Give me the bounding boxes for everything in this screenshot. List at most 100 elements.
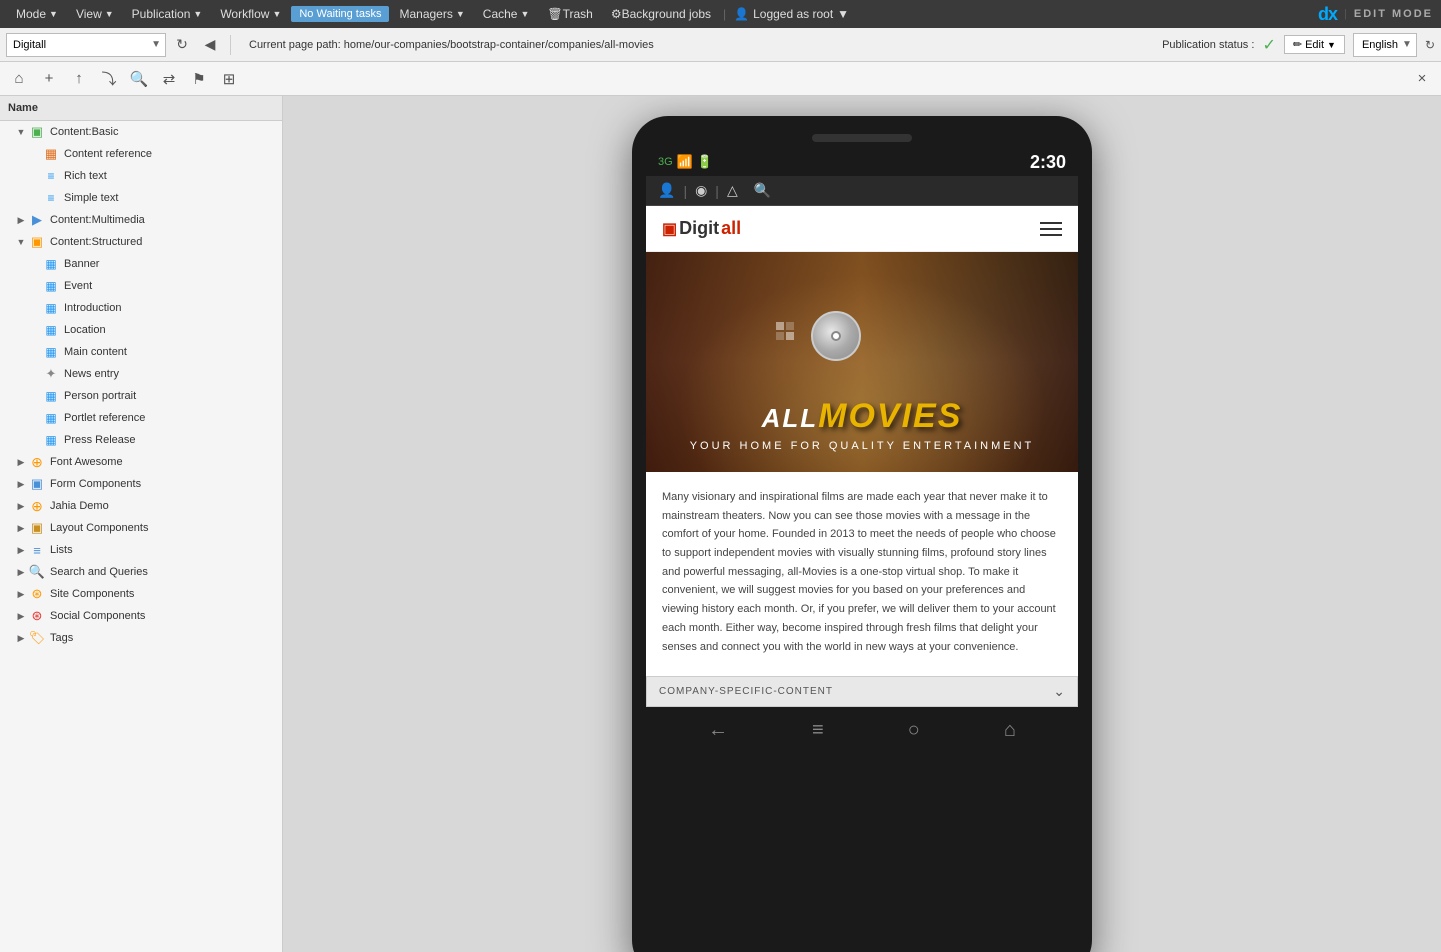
- site-selector[interactable]: Digitall ▼: [6, 33, 166, 57]
- hero-logo-mark: [776, 322, 794, 340]
- flag-icon-btn[interactable]: ⚑: [186, 66, 212, 92]
- trash-menu[interactable]: 🗑 Trash: [539, 0, 600, 28]
- expand-jahia[interactable]: ▶: [14, 501, 28, 512]
- wifi-icon: 📶: [677, 154, 693, 170]
- edit-mode-text: EDIT MODE: [1354, 8, 1433, 20]
- expand-lists[interactable]: ▶: [14, 545, 28, 556]
- wf-arrow: ▼: [272, 9, 281, 19]
- banner-icon: ▦: [42, 256, 60, 272]
- sidebar-item-press-release[interactable]: ▦ Press Release: [0, 429, 282, 451]
- company-bar-chevron-icon[interactable]: ⌄: [1053, 683, 1065, 700]
- zoom-icon-btn[interactable]: 🔍: [126, 66, 152, 92]
- phone-home-btn[interactable]: ≡: [812, 719, 824, 742]
- sidebar-item-event[interactable]: ▦ Event: [0, 275, 282, 297]
- sidebar: Name ▼ ▣ Content:Basic ▦ Content referen…: [0, 96, 283, 952]
- expand-multimedia[interactable]: ▶: [14, 215, 28, 226]
- sidebar-item-main-content[interactable]: ▦ Main content: [0, 341, 282, 363]
- no-waiting-badge[interactable]: No Waiting tasks: [291, 6, 389, 22]
- mode-menu[interactable]: Mode ▼: [8, 0, 66, 28]
- sidebar-item-portlet-reference[interactable]: ▦ Portlet reference: [0, 407, 282, 429]
- sidebar-item-rich-text[interactable]: ≡ Rich text: [0, 165, 282, 187]
- edit-pencil-icon: ✏: [1293, 38, 1302, 51]
- expand-social[interactable]: ▶: [14, 611, 28, 622]
- hero-movies-text: MoVIES: [818, 397, 962, 435]
- upload-icon-btn[interactable]: ↑: [66, 66, 92, 92]
- sidebar-item-content-basic[interactable]: ▼ ▣ Content:Basic: [0, 121, 282, 143]
- sidebar-item-introduction[interactable]: ▦ Introduction: [0, 297, 282, 319]
- expand-tags[interactable]: ▶: [14, 633, 28, 644]
- sidebar-item-banner[interactable]: ▦ Banner: [0, 253, 282, 275]
- sidebar-item-location[interactable]: ▦ Location: [0, 319, 282, 341]
- settings-icon-btn[interactable]: ⊞: [216, 66, 242, 92]
- sidebar-item-tags[interactable]: ▶ 🏷 Tags: [0, 627, 282, 649]
- prev-btn[interactable]: ◀: [198, 33, 222, 57]
- close-panel-btn[interactable]: ×: [1409, 66, 1435, 92]
- cache-arrow: ▼: [520, 9, 529, 19]
- content-basic-icon: ▣: [28, 124, 46, 140]
- sidebar-item-site-components[interactable]: ▶ ⊛ Site Components: [0, 583, 282, 605]
- sidebar-item-simple-text[interactable]: ≡ Simple text: [0, 187, 282, 209]
- view-menu[interactable]: View ▼: [68, 0, 122, 28]
- sidebar-header: Name: [0, 96, 282, 121]
- phone-search-bottom-btn[interactable]: ○: [908, 719, 920, 742]
- refresh-site-btn[interactable]: ↻: [170, 33, 194, 57]
- hamburger-menu[interactable]: [1040, 222, 1062, 236]
- expand-font-awesome[interactable]: ▶: [14, 457, 28, 468]
- dx-logo: dx: [1318, 4, 1337, 25]
- workflow-menu[interactable]: Workflow ▼: [212, 0, 289, 28]
- refresh-btn[interactable]: ↻: [1425, 38, 1435, 52]
- site-dropdown-arrow[interactable]: ▼: [151, 39, 161, 50]
- topbar-right: dx | EDIT MODE: [1318, 4, 1433, 25]
- simple-text-icon: ≡: [42, 190, 60, 206]
- sidebar-item-person-portrait[interactable]: ▦ Person portrait: [0, 385, 282, 407]
- sidebar-item-lists[interactable]: ▶ ≡ Lists: [0, 539, 282, 561]
- sidebar-item-content-reference[interactable]: ▦ Content reference: [0, 143, 282, 165]
- expand-search[interactable]: ▶: [14, 567, 28, 578]
- home-icon-btn[interactable]: ⌂: [6, 66, 32, 92]
- phone-screen: 👤 | ◉ | △ 🔍 ▣ Digitall: [646, 176, 1078, 707]
- expand-structured[interactable]: ▼: [14, 237, 28, 247]
- sidebar-item-search-queries[interactable]: ▶ 🔍 Search and Queries: [0, 561, 282, 583]
- phone-location-icon[interactable]: ◉: [695, 182, 707, 199]
- phone-search-icon[interactable]: 🔍: [754, 182, 771, 199]
- link-icon-btn[interactable]: ⇄: [156, 66, 182, 92]
- sidebar-item-form-components[interactable]: ▶ ▣ Form Components: [0, 473, 282, 495]
- logged-as-menu[interactable]: 👤 Logged as root ▼: [734, 7, 849, 21]
- background-jobs-menu[interactable]: ⚙ Background jobs: [603, 0, 719, 28]
- sidebar-item-jahia-demo[interactable]: ▶ ⊕ Jahia Demo: [0, 495, 282, 517]
- phone-back-btn[interactable]: ←: [708, 719, 728, 742]
- sidebar-item-social-components[interactable]: ▶ ⊛ Social Components: [0, 605, 282, 627]
- import-icon-btn[interactable]: ⤵: [96, 66, 122, 92]
- publication-menu[interactable]: Publication ▼: [124, 0, 211, 28]
- add-icon-btn[interactable]: +: [36, 66, 62, 92]
- sidebar-item-content-multimedia[interactable]: ▶ ▶ Content:Multimedia: [0, 209, 282, 231]
- content-structured-icon: ▣: [28, 234, 46, 250]
- edit-button[interactable]: ✏ Edit ▼: [1284, 35, 1345, 54]
- hamburger-line3: [1040, 234, 1062, 236]
- search-queries-icon: 🔍: [28, 564, 46, 580]
- page-path-text: Current page path: home/our-companies/bo…: [249, 39, 654, 51]
- expand-layout[interactable]: ▶: [14, 523, 28, 534]
- phone-profile-icon[interactable]: 👤: [658, 182, 675, 199]
- lang-arrow[interactable]: ▼: [1402, 39, 1412, 50]
- site-body-section: Many visionary and inspirational films a…: [646, 472, 1078, 672]
- toolbar-divider: [230, 35, 231, 55]
- mode-arrow: ▼: [49, 9, 58, 19]
- sidebar-item-news-entry[interactable]: ✦ News entry: [0, 363, 282, 385]
- sidebar-item-content-structured[interactable]: ▼ ▣ Content:Structured: [0, 231, 282, 253]
- site-icon-tree: ⊛: [28, 586, 46, 602]
- expand-site[interactable]: ▶: [14, 589, 28, 600]
- managers-menu[interactable]: Managers ▼: [391, 0, 472, 28]
- expand-form[interactable]: ▶: [14, 479, 28, 490]
- sidebar-item-layout-components[interactable]: ▶ ▣ Layout Components: [0, 517, 282, 539]
- company-specific-bar: COMPANY-SPECIFIC-CONTENT ⌄: [646, 676, 1078, 707]
- signal-icon: 3G: [658, 156, 673, 168]
- sidebar-item-font-awesome[interactable]: ▶ ⊕ Font Awesome: [0, 451, 282, 473]
- language-selector[interactable]: English ▼: [1353, 33, 1417, 57]
- pub-status-bar: Publication status : ✓ ✏ Edit ▼ English …: [1162, 33, 1435, 57]
- font-awesome-icon: ⊕: [28, 454, 46, 470]
- expand-basic[interactable]: ▼: [14, 127, 28, 137]
- phone-menu-btn[interactable]: ⌂: [1004, 719, 1016, 742]
- cache-menu[interactable]: Cache ▼: [475, 0, 538, 28]
- phone-expand-icon[interactable]: △: [727, 182, 738, 199]
